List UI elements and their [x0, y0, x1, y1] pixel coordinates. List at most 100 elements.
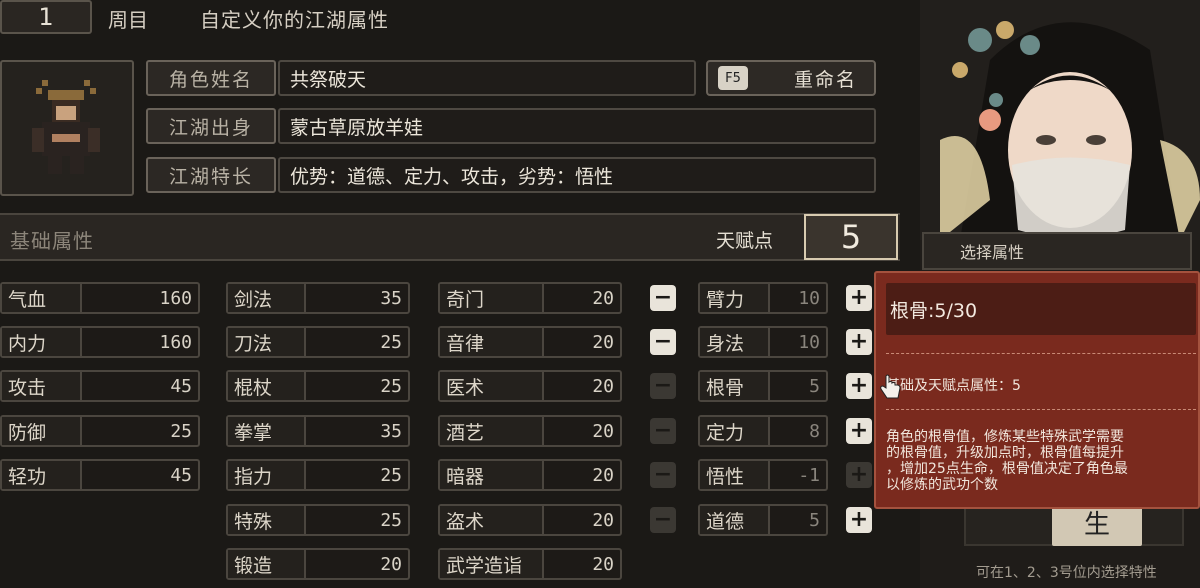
stat-value: 20 — [380, 553, 402, 575]
stat-value: 35 — [380, 287, 402, 309]
stat-name: 奇门 — [440, 284, 544, 312]
minus-button[interactable]: − — [650, 418, 676, 444]
plus-button[interactable]: + — [846, 329, 872, 355]
select-attr-label: 选择属性 — [960, 243, 1025, 262]
stat-wuxuezaoyi: 武学造诣 20 — [438, 548, 622, 580]
round-counter: 1 — [0, 0, 92, 34]
stat-name: 锻造 — [228, 550, 306, 578]
plus-button[interactable]: + — [846, 507, 872, 533]
stat-daode: 道德 5 — [698, 504, 828, 536]
stat-name: 特殊 — [228, 506, 306, 534]
tooltip-desc-line: 以修炼的武功个数 — [886, 477, 998, 493]
tooltip-desc-line: ，增加25点生命，根骨值决定了角色最 — [886, 461, 1128, 477]
stat-yishu: 医术 20 — [438, 370, 622, 402]
stat-name: 暗器 — [440, 461, 544, 489]
basic-attr-title: 基础属性 — [10, 229, 94, 253]
stat-jiuyi: 酒艺 20 — [438, 415, 622, 447]
stat-qinggong: 轻功 45 — [0, 459, 200, 491]
stat-value: 160 — [159, 287, 192, 309]
minus-button[interactable]: − — [650, 329, 676, 355]
stat-gunzhang: 棍杖 25 — [226, 370, 410, 402]
stat-value: 25 — [380, 464, 402, 486]
stat-name: 臂力 — [700, 284, 770, 312]
stat-name: 盗术 — [440, 506, 544, 534]
rename-button[interactable]: F5 重命名 — [706, 60, 876, 96]
stat-qixue: 气血 160 — [0, 282, 200, 314]
talent-points-label: 天赋点 — [716, 230, 774, 252]
stat-value: 10 — [798, 331, 820, 353]
stat-value: 5 — [809, 509, 820, 531]
stat-name: 拳掌 — [228, 417, 306, 445]
emblem-glyph: 生 — [1083, 509, 1110, 540]
origin-label: 江湖出身 — [146, 108, 276, 144]
round-label: 周目 — [108, 8, 148, 32]
stat-qimen: 奇门 20 — [438, 282, 622, 314]
minus-button[interactable]: − — [650, 373, 676, 399]
stat-gengu: 根骨 5 — [698, 370, 828, 402]
stat-value: 160 — [159, 331, 192, 353]
plus-button[interactable]: + — [846, 285, 872, 311]
round-number: 1 — [38, 3, 54, 31]
plus-button[interactable]: + — [846, 373, 872, 399]
stat-value: 25 — [380, 331, 402, 353]
stat-jianfa: 剑法 35 — [226, 282, 410, 314]
tooltip-subtitle: 基础及天赋点属性：5 — [886, 378, 1021, 394]
stat-name: 医术 — [440, 372, 544, 400]
stat-zhili: 指力 25 — [226, 459, 410, 491]
page-title: 自定义你的江湖属性 — [200, 8, 389, 32]
stat-name: 身法 — [700, 328, 770, 356]
stat-shenfa: 身法 10 — [698, 326, 828, 358]
stat-value: 20 — [592, 331, 614, 353]
stat-gongji: 攻击 45 — [0, 370, 200, 402]
stat-fangyu: 防御 25 — [0, 415, 200, 447]
select-attr-tab[interactable]: 选择属性 — [922, 232, 1192, 270]
stat-neili: 内力 160 — [0, 326, 200, 358]
stat-name: 轻功 — [2, 461, 82, 489]
stat-value: 25 — [170, 420, 192, 442]
trait-field: 优势：道德、定力、攻击，劣势：悟性 — [278, 157, 876, 193]
gengu-tooltip: 根骨:5/30 基础及天赋点属性：5 角色的根骨值，修炼某些特殊武学需要 的根骨… — [874, 271, 1200, 509]
stat-name: 道德 — [700, 506, 770, 534]
stat-quanzhang: 拳掌 35 — [226, 415, 410, 447]
stat-value: 45 — [170, 464, 192, 486]
tooltip-divider — [886, 353, 1196, 354]
stat-name: 定力 — [700, 417, 770, 445]
stat-name: 内力 — [2, 328, 82, 356]
tooltip-desc-line: 的根骨值，升级加点时，根骨值每提升 — [886, 445, 1124, 461]
stat-value: 8 — [809, 420, 820, 442]
minus-button[interactable]: − — [650, 507, 676, 533]
stat-daoshu: 盗术 20 — [438, 504, 622, 536]
stat-duanzao: 锻造 20 — [226, 548, 410, 580]
minus-button[interactable]: − — [650, 462, 676, 488]
trait-label: 江湖特长 — [146, 157, 276, 193]
plus-button[interactable]: + — [846, 418, 872, 444]
stat-name: 防御 — [2, 417, 82, 445]
f5-key-icon: F5 — [718, 66, 748, 90]
stat-name: 武学造诣 — [440, 550, 544, 578]
stat-value: 20 — [592, 509, 614, 531]
stat-name: 攻击 — [2, 372, 82, 400]
stat-bili: 臂力 10 — [698, 282, 828, 314]
stat-value: 35 — [380, 420, 402, 442]
name-field[interactable]: 共祭破天 — [278, 60, 696, 96]
stat-value: 20 — [592, 375, 614, 397]
stat-teshu: 特殊 25 — [226, 504, 410, 536]
tooltip-description: 角色的根骨值，修炼某些特殊武学需要 的根骨值，升级加点时，根骨值每提升 ，增加2… — [886, 429, 1200, 493]
tooltip-divider-2 — [886, 409, 1196, 410]
minus-button[interactable]: − — [650, 285, 676, 311]
stat-name: 剑法 — [228, 284, 306, 312]
stat-name: 音律 — [440, 328, 544, 356]
stat-name: 酒艺 — [440, 417, 544, 445]
stat-value: 5 — [809, 375, 820, 397]
talent-points-box: 5 — [804, 214, 898, 260]
basic-attr-bar: 基础属性 天赋点 — [0, 213, 900, 261]
origin-field: 蒙古草原放羊娃 — [278, 108, 876, 144]
stat-value: 45 — [170, 375, 192, 397]
stat-yinlv: 音律 20 — [438, 326, 622, 358]
rename-label: 重命名 — [794, 68, 858, 91]
stat-name: 悟性 — [700, 461, 770, 489]
character-sprite — [32, 80, 100, 174]
stat-value: 20 — [592, 464, 614, 486]
stat-value: 25 — [380, 375, 402, 397]
plus-button[interactable]: + — [846, 462, 872, 488]
